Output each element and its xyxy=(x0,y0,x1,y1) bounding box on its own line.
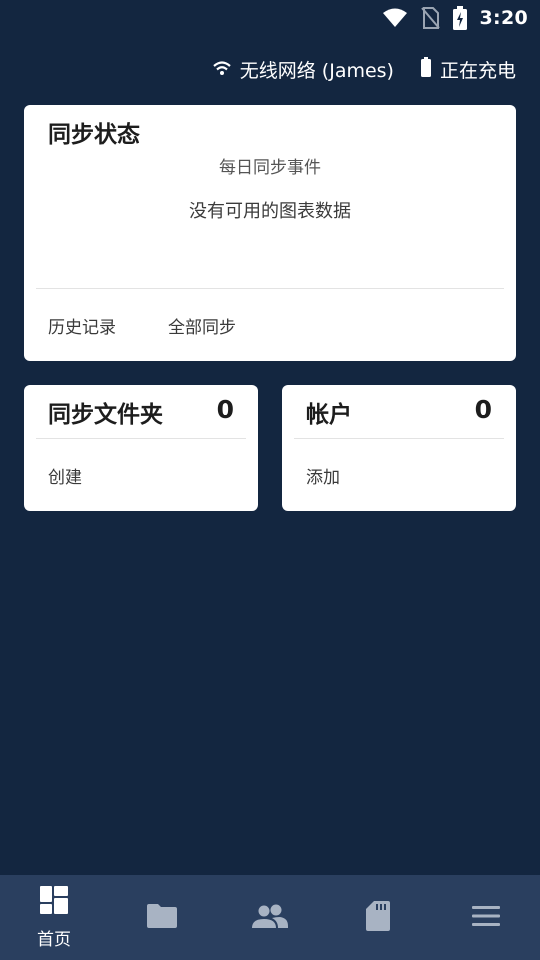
sync-status-title: 同步状态 xyxy=(48,122,140,148)
sync-all-button[interactable]: 全部同步 xyxy=(168,313,236,338)
no-sim-icon xyxy=(420,6,440,30)
status-bar: 3:20 xyxy=(0,0,540,36)
nav-sd-card[interactable] xyxy=(324,875,432,960)
nav-folders[interactable] xyxy=(108,875,216,960)
accounts-count: 0 xyxy=(474,395,492,424)
charging-label: 正在充电 xyxy=(439,60,516,82)
battery-charging-icon xyxy=(452,6,468,30)
chart-title: 每日同步事件 xyxy=(219,158,321,178)
nav-home-label: 首页 xyxy=(37,930,71,950)
wifi-status: 无线网络 (James) xyxy=(212,56,394,83)
people-icon xyxy=(252,904,288,932)
sync-folders-card[interactable]: 同步文件夹 0 创建 xyxy=(24,385,258,511)
nav-home[interactable]: 首页 xyxy=(0,875,108,960)
connection-status-row: 无线网络 (James) 正在充电 xyxy=(212,56,516,83)
divider xyxy=(36,438,246,439)
bottom-navigation: 首页 xyxy=(0,875,540,960)
nav-menu[interactable] xyxy=(432,875,540,960)
create-folder-button[interactable]: 创建 xyxy=(48,463,82,488)
chart-empty-message: 没有可用的图表数据 xyxy=(189,201,351,222)
charging-status: 正在充电 xyxy=(420,56,516,83)
battery-icon xyxy=(420,57,432,82)
accounts-card[interactable]: 帐户 0 添加 xyxy=(282,385,516,511)
sd-card-icon xyxy=(365,900,391,936)
clock: 3:20 xyxy=(479,7,528,29)
accounts-title: 帐户 xyxy=(306,402,352,428)
dashboard-icon xyxy=(39,885,69,919)
wifi-icon xyxy=(382,7,408,29)
menu-icon xyxy=(471,905,501,931)
nav-people[interactable] xyxy=(216,875,324,960)
wifi-small-icon xyxy=(212,59,232,81)
divider xyxy=(294,438,504,439)
sync-folders-title: 同步文件夹 xyxy=(48,402,163,428)
folder-icon xyxy=(146,903,178,933)
sync-status-card: 同步状态 每日同步事件 没有可用的图表数据 历史记录 全部同步 xyxy=(24,105,516,361)
divider xyxy=(36,288,504,289)
home-screen: 3:20 无线网络 (James) 正在充电 同步状态 每日同步事件 没有可用的… xyxy=(0,0,540,960)
history-button[interactable]: 历史记录 xyxy=(48,313,116,338)
wifi-label: 无线网络 (James) xyxy=(239,60,394,82)
sync-folders-count: 0 xyxy=(216,395,234,424)
add-account-button[interactable]: 添加 xyxy=(306,463,340,488)
